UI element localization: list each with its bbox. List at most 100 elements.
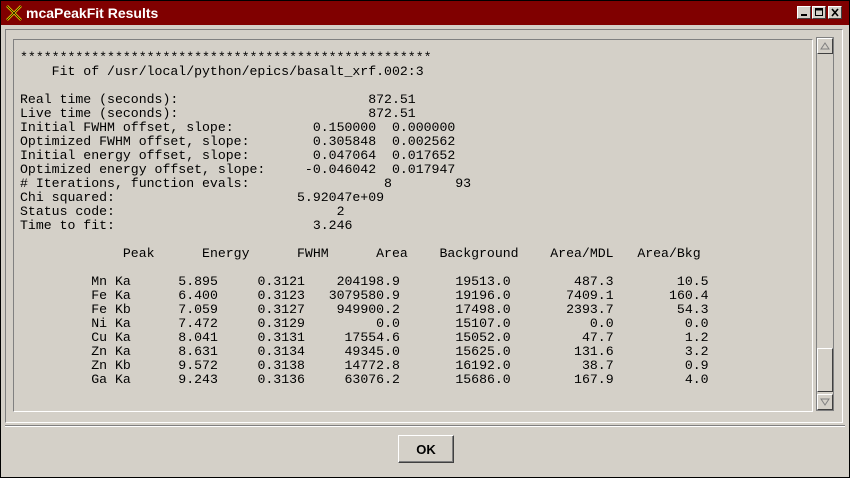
param-label: Optimized energy offset, slope:: [20, 162, 266, 177]
table-cell: 160.4: [669, 288, 709, 303]
table-cell: 0.3127: [257, 302, 305, 317]
arrow-down-icon: [820, 398, 830, 406]
table-cell: 0.0: [589, 316, 614, 331]
table-cell: 63076.2: [344, 372, 400, 387]
table-cell: 204198.9: [336, 274, 400, 289]
param-label: # Iterations, function evals:: [20, 176, 250, 191]
table-cell: 14772.8: [344, 358, 400, 373]
table-cell: 10.5: [676, 274, 709, 289]
table-cell: 8.041: [178, 330, 218, 345]
param-value: 0.047064 0.017652: [312, 148, 456, 163]
table-cell: 17498.0: [455, 302, 511, 317]
param-line: Status code: 2: [20, 204, 344, 219]
table-cell: 15052.0: [455, 330, 511, 345]
table-row: Ga Ka 9.243 0.3136 63076.2 15686.0 167.9…: [20, 372, 709, 387]
column-header: Area/Bkg: [637, 246, 701, 261]
arrow-up-icon: [820, 42, 830, 50]
table-cell: 47.7: [581, 330, 614, 345]
table-cell: 3079580.9: [328, 288, 400, 303]
window-title: mcaPeakFit Results: [26, 5, 159, 21]
param-label: Initial FWHM offset, slope:: [20, 120, 234, 135]
table-cell: 0.3134: [257, 344, 305, 359]
param-line: Chi squared: 5.92047e+09: [20, 190, 384, 205]
scroll-up-button[interactable]: [817, 38, 833, 54]
scroll-down-button[interactable]: [817, 394, 833, 410]
table-cell: Zn Kb: [91, 358, 131, 373]
table-cell: 9.243: [178, 372, 218, 387]
fit-parameters: Real time (seconds): 872.51 Live time (s…: [20, 92, 471, 233]
vertical-scrollbar[interactable]: [816, 37, 834, 411]
param-value: 0.150000 0.000000: [312, 120, 456, 135]
table-cell: 167.9: [574, 372, 614, 387]
table-cell: 4.0: [684, 372, 709, 387]
param-label: Time to fit:: [20, 218, 115, 233]
param-line: Live time (seconds): 872.51: [20, 106, 416, 121]
table-cell: 0.3131: [257, 330, 305, 345]
table-row: Mn Ka 5.895 0.3121 204198.9 19513.0 487.…: [20, 274, 709, 289]
table-cell: 17554.6: [344, 330, 400, 345]
table-cell: 16192.0: [455, 358, 511, 373]
param-label: Live time (seconds):: [20, 106, 179, 121]
table-cell: 15107.0: [455, 316, 511, 331]
table-cell: 0.9: [684, 358, 709, 373]
column-header: Area/MDL: [550, 246, 614, 261]
table-cell: 0.3123: [257, 288, 305, 303]
table-cell: 54.3: [676, 302, 709, 317]
param-value: 0.305848 0.002562: [312, 134, 456, 149]
param-value: 3.246: [312, 218, 353, 233]
button-bar-separator: [5, 425, 845, 427]
close-button[interactable]: [828, 6, 842, 19]
table-cell: 19513.0: [455, 274, 511, 289]
column-header: Peak: [122, 246, 155, 261]
param-value: 5.92047e+09: [297, 190, 385, 205]
param-line: Initial FWHM offset, slope: 0.150000 0.0…: [20, 120, 455, 135]
table-cell: 2393.7: [566, 302, 614, 317]
param-line: Optimized energy offset, slope: -0.04604…: [20, 162, 455, 177]
table-cell: 49345.0: [344, 344, 400, 359]
peak-table: Peak Energy FWHM Area Background Area/MD…: [20, 246, 709, 387]
separator-line: ****************************************…: [20, 50, 432, 65]
table-cell: 38.7: [581, 358, 614, 373]
param-label: Optimized FWHM offset, slope:: [20, 134, 250, 149]
param-label: Real time (seconds):: [20, 92, 179, 107]
results-text-area[interactable]: ****************************************…: [13, 39, 813, 412]
results-window: mcaPeakFit Results *********************…: [0, 0, 850, 478]
table-cell: 131.6: [574, 344, 614, 359]
param-line: # Iterations, function evals: 8 93: [20, 176, 471, 191]
param-label: Status code:: [20, 204, 115, 219]
param-value: -0.046042 0.017947: [304, 162, 456, 177]
param-line: Optimized FWHM offset, slope: 0.305848 0…: [20, 134, 455, 149]
table-cell: 6.400: [178, 288, 218, 303]
table-cell: 8.631: [178, 344, 218, 359]
table-cell: Cu Ka: [91, 330, 131, 345]
minimize-icon: [801, 14, 807, 16]
table-row: Zn Kb 9.572 0.3138 14772.8 16192.0 38.7 …: [20, 358, 709, 373]
param-label: Initial energy offset, slope:: [20, 148, 250, 163]
table-cell: 5.895: [178, 274, 218, 289]
scroll-thumb[interactable]: [817, 348, 833, 392]
table-cell: 0.0: [684, 316, 709, 331]
minimize-button[interactable]: [797, 6, 811, 19]
table-cell: Ni Ka: [91, 316, 131, 331]
table-cell: 0.3136: [257, 372, 305, 387]
column-header: Background: [439, 246, 519, 261]
table-cell: Zn Ka: [91, 344, 131, 359]
param-label: Chi squared:: [20, 190, 115, 205]
table-cell: 0.3129: [257, 316, 305, 331]
table-cell: 1.2: [684, 330, 709, 345]
table-cell: 949900.2: [336, 302, 400, 317]
param-line: Initial energy offset, slope: 0.047064 0…: [20, 148, 455, 163]
table-cell: Fe Ka: [91, 288, 131, 303]
table-cell: 0.3138: [257, 358, 305, 373]
results-text: ****************************************…: [20, 51, 709, 387]
table-cell: 9.572: [178, 358, 218, 373]
title-bar[interactable]: mcaPeakFit Results: [1, 1, 849, 25]
param-value: 872.51: [368, 92, 416, 107]
param-value: 8 93: [384, 176, 472, 191]
table-cell: 0.0: [376, 316, 400, 331]
table-cell: 19196.0: [455, 288, 511, 303]
maximize-button[interactable]: [812, 6, 826, 19]
column-header: Energy: [202, 246, 250, 261]
ok-button[interactable]: OK: [398, 435, 454, 463]
param-line: Time to fit: 3.246: [20, 218, 352, 233]
